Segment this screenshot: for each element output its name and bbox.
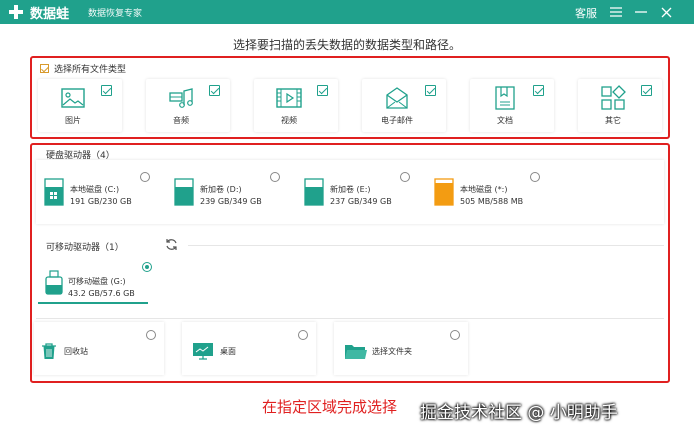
location-label: 选择文件夹 bbox=[372, 347, 412, 356]
desktop-icon bbox=[193, 343, 213, 360]
drive-radio-selected[interactable] bbox=[142, 262, 152, 272]
drive-e[interactable]: 新加卷 (E:) 237 GB/349 GB bbox=[298, 170, 410, 216]
drive-size: 239 GB/349 GB bbox=[200, 197, 262, 206]
location-radio[interactable] bbox=[298, 330, 308, 340]
file-type-email[interactable]: 电子邮件 bbox=[362, 79, 446, 132]
drive-star[interactable]: 本地磁盘 (*:) 505 MB/588 MB bbox=[428, 170, 540, 216]
location-desktop[interactable]: 桌面 bbox=[182, 322, 316, 375]
file-type-label: 电子邮件 bbox=[381, 116, 413, 125]
drive-size: 43.2 GB/57.6 GB bbox=[68, 289, 135, 298]
drive-name: 可移动磁盘 (G:) bbox=[68, 277, 126, 286]
file-type-checkbox[interactable] bbox=[533, 85, 544, 96]
drive-size: 505 MB/588 MB bbox=[460, 197, 524, 206]
audio-icon bbox=[169, 88, 193, 108]
video-icon bbox=[276, 88, 302, 108]
close-icon bbox=[661, 7, 671, 17]
file-type-audio[interactable]: 音频 bbox=[146, 79, 230, 132]
trash-icon bbox=[42, 343, 56, 359]
logo-icon bbox=[9, 5, 23, 19]
file-type-other[interactable]: 其它 bbox=[578, 79, 662, 132]
email-icon bbox=[386, 87, 408, 109]
usb-icon bbox=[45, 270, 63, 295]
file-type-label: 文档 bbox=[497, 116, 513, 125]
disk-icon bbox=[174, 178, 194, 206]
disk-orange-icon bbox=[434, 178, 454, 206]
menu-button[interactable] bbox=[607, 3, 625, 21]
location-recycle-bin[interactable]: 回收站 bbox=[34, 322, 164, 375]
customer-service-link[interactable]: 客服 bbox=[575, 5, 597, 21]
app-name: 数据蛙 bbox=[30, 7, 70, 22]
menu-icon bbox=[610, 7, 622, 17]
file-type-label: 其它 bbox=[605, 116, 621, 125]
location-radio[interactable] bbox=[146, 330, 156, 340]
drive-radio[interactable] bbox=[400, 172, 410, 182]
location-select-folder[interactable]: 选择文件夹 bbox=[334, 322, 468, 375]
drive-radio[interactable] bbox=[140, 172, 150, 182]
drive-radio[interactable] bbox=[530, 172, 540, 182]
select-all-types-checkbox[interactable]: 选择所有文件类型 bbox=[40, 62, 126, 75]
file-type-checkbox[interactable] bbox=[101, 85, 112, 96]
file-type-checkbox[interactable] bbox=[425, 85, 436, 96]
file-type-checkbox[interactable] bbox=[317, 85, 328, 96]
select-all-label: 选择所有文件类型 bbox=[54, 65, 127, 75]
file-type-label: 视频 bbox=[281, 116, 297, 125]
location-label: 回收站 bbox=[64, 347, 88, 356]
file-type-image[interactable]: 图片 bbox=[38, 79, 122, 132]
section-divider bbox=[188, 245, 664, 246]
removable-drive-g[interactable]: 可移动磁盘 (G:) 43.2 GB/57.6 GB bbox=[38, 262, 152, 304]
removable-drive-header: 可移动驱动器（1） bbox=[46, 243, 124, 253]
drive-c[interactable]: 本地磁盘 (C:) 191 GB/230 GB bbox=[38, 170, 150, 216]
drive-size: 237 GB/349 GB bbox=[330, 197, 392, 206]
disk-icon bbox=[304, 178, 324, 206]
file-type-label: 音频 bbox=[173, 116, 189, 125]
file-type-checkbox[interactable] bbox=[641, 85, 652, 96]
drive-radio[interactable] bbox=[270, 172, 280, 182]
file-type-video[interactable]: 视频 bbox=[254, 79, 338, 132]
annotation-text: 在指定区域完成选择 bbox=[262, 398, 398, 416]
file-type-checkbox[interactable] bbox=[209, 85, 220, 96]
drive-name: 新加卷 (E:) bbox=[330, 185, 371, 194]
drive-size: 191 GB/230 GB bbox=[70, 197, 132, 206]
drive-name: 本地磁盘 (*:) bbox=[460, 185, 508, 194]
watermark: 掘金技术社区 @ 小明助手 bbox=[420, 403, 618, 423]
image-icon bbox=[61, 88, 85, 108]
title-bar: 数据蛙 数据恢复专家 客服 bbox=[0, 0, 694, 24]
checkbox-checked-icon bbox=[40, 64, 49, 73]
file-type-label: 图片 bbox=[65, 116, 81, 125]
minimize-icon bbox=[635, 11, 647, 13]
file-type-document[interactable]: 文档 bbox=[470, 79, 554, 132]
other-icon bbox=[601, 85, 626, 110]
location-radio[interactable] bbox=[450, 330, 460, 340]
close-button[interactable] bbox=[657, 3, 675, 21]
document-icon bbox=[495, 86, 515, 110]
page-prompt: 选择要扫描的丢失数据的数据类型和路径。 bbox=[232, 38, 461, 52]
section-divider bbox=[36, 318, 664, 319]
location-label: 桌面 bbox=[220, 347, 236, 356]
folder-icon bbox=[345, 345, 367, 359]
drive-d[interactable]: 新加卷 (D:) 239 GB/349 GB bbox=[168, 170, 280, 216]
drive-name: 新加卷 (D:) bbox=[200, 185, 242, 194]
drive-name: 本地磁盘 (C:) bbox=[70, 185, 120, 194]
windows-disk-icon bbox=[44, 178, 64, 206]
app-subtitle: 数据恢复专家 bbox=[88, 9, 143, 19]
minimize-button[interactable] bbox=[632, 3, 650, 21]
refresh-icon[interactable] bbox=[165, 238, 178, 251]
